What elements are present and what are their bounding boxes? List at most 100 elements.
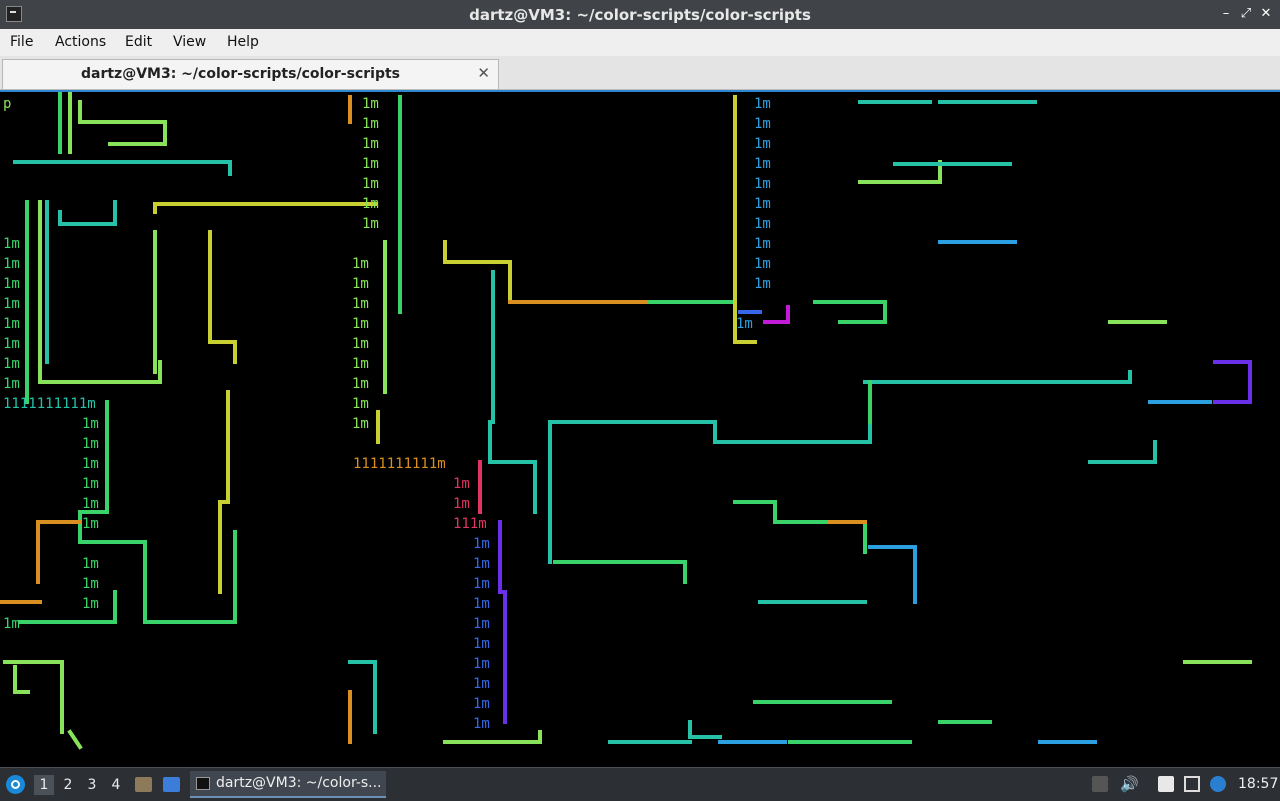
terminal-text: 1m [473, 536, 490, 552]
tab-close-icon[interactable]: ✕ [477, 64, 490, 82]
pipe-segment [218, 390, 230, 594]
terminal-text: 1m [3, 276, 20, 292]
minimize-button[interactable]: – [1218, 6, 1234, 22]
tab-terminal[interactable]: dartz@VM3: ~/color-scripts/color-scripts… [2, 59, 499, 89]
terminal-text: 1m [3, 356, 20, 372]
terminal-text: 1m [754, 216, 771, 232]
desktop-1[interactable]: 1 [34, 775, 54, 795]
show-desktop-icon[interactable] [163, 777, 180, 792]
notification-icon[interactable] [1210, 776, 1226, 792]
terminal-text: 1m [453, 496, 470, 512]
menu-edit[interactable]: Edit [125, 34, 152, 50]
terminal-text: 1m [82, 456, 99, 472]
terminal-text: 1m [352, 316, 369, 332]
pipe-segment [813, 300, 887, 324]
task-terminal-button[interactable]: dartz@VM3: ~/color-s... [190, 771, 386, 798]
volume-icon[interactable]: 🔊 [1120, 776, 1139, 792]
pipe-segment [498, 520, 507, 724]
terminal-text: 1m [362, 116, 379, 132]
terminal-text: 1m [754, 176, 771, 192]
terminal-text: 1m [362, 196, 379, 212]
terminal-text: 1m [3, 316, 20, 332]
terminal-text: 1m [3, 616, 20, 632]
pipe-segment [38, 200, 162, 384]
pipe-segment [863, 370, 1132, 384]
menu-actions[interactable]: Actions [55, 34, 106, 50]
terminal-text: 1m [736, 316, 753, 332]
terminal-text: 1m [754, 156, 771, 172]
terminal-text: 1m [473, 576, 490, 592]
pipe-segment [67, 729, 83, 750]
terminal-text: 1m [82, 416, 99, 432]
terminal-text: 1m [352, 416, 369, 432]
menu-file[interactable]: File [10, 34, 33, 50]
terminal-text: 1m [362, 176, 379, 192]
terminal-text: p [3, 96, 11, 112]
pipe-segment [488, 270, 537, 514]
terminal-text: 1m [3, 336, 20, 352]
pipe-segment [208, 230, 237, 364]
window-title: dartz@VM3: ~/color-scripts/color-scripts [469, 6, 811, 24]
terminal-text: 1m [362, 96, 379, 112]
pipe-segment [13, 160, 232, 176]
terminal-text: 1m [82, 516, 99, 532]
terminal-text: 1m [754, 276, 771, 292]
terminal-text: 1m [473, 596, 490, 612]
pipe-segment [78, 100, 167, 146]
close-button[interactable]: ✕ [1258, 6, 1274, 22]
terminal-output[interactable]: p 1m 1m 1m 1m 1m 1m 1m 1m 1m 1m 1m 1m 1m 1m 1m 1m 1m 1m 1m 1… [0, 90, 1280, 769]
desktop-2[interactable]: 2 [58, 775, 78, 795]
pipe-segment [18, 590, 117, 624]
pipe-segment [13, 665, 30, 694]
terminal-text: 1m [473, 656, 490, 672]
terminal-text: 1m [3, 236, 20, 252]
menu-help[interactable]: Help [227, 34, 259, 50]
terminal-text: 1m [82, 556, 99, 572]
terminal-text: 1m [473, 616, 490, 632]
terminal-text: 1m [754, 116, 771, 132]
restore-button[interactable]: ⤢ [1238, 6, 1254, 22]
tab-bar: dartz@VM3: ~/color-scripts/color-scripts… [0, 56, 1280, 90]
start-menu-icon[interactable] [6, 775, 25, 794]
pipe-segment [688, 720, 722, 739]
menu-view[interactable]: View [173, 34, 206, 50]
pipe-segment [1088, 440, 1157, 464]
tray-scroll-icon[interactable] [1092, 776, 1108, 792]
terminal-text: 1m [3, 376, 20, 392]
pipe-segment [1213, 360, 1252, 404]
terminal-text: 1m [754, 236, 771, 252]
pipe-segment [153, 202, 377, 214]
terminal-text: 1m [352, 256, 369, 272]
desktop-3[interactable]: 3 [82, 775, 102, 795]
clipboard-icon[interactable] [1158, 776, 1174, 792]
menubar: File Actions Edit View Help [0, 29, 1280, 57]
terminal-text: 1m [3, 296, 20, 312]
terminal-text: 1m [352, 396, 369, 412]
terminal-text: 1m [754, 96, 771, 112]
terminal-text: 1m [3, 256, 20, 272]
terminal-text: 1m [473, 676, 490, 692]
terminal-text: 1m [82, 496, 99, 512]
terminal-text: 1m [453, 476, 470, 492]
terminal-text: 1111111111m [3, 396, 96, 412]
window-titlebar[interactable]: dartz@VM3: ~/color-scripts/color-scripts… [0, 0, 1280, 29]
terminal-text: 1m [754, 196, 771, 212]
network-icon[interactable] [1184, 776, 1200, 792]
terminal-text: 1m [362, 136, 379, 152]
terminal-text: 1m [362, 216, 379, 232]
terminal-text: 1m [473, 636, 490, 652]
terminal-text: 1m [352, 356, 369, 372]
terminal-text: 1m [82, 596, 99, 612]
terminal-text: 1m [352, 276, 369, 292]
terminal-text: 1m [362, 156, 379, 172]
file-manager-icon[interactable] [135, 777, 152, 792]
terminal-pipes-art: p 1m 1m 1m 1m 1m 1m 1m 1m 1m 1m 1m 1m 1m 1m 1m 1m 1m 1m 1m 1… [0, 92, 1252, 750]
pipe-segment [443, 730, 542, 744]
desktop-4[interactable]: 4 [106, 775, 126, 795]
terminal-text: 1111111111m [353, 456, 446, 472]
terminal-text: 1m [473, 716, 490, 732]
pipe-segment [733, 500, 867, 554]
pipe-segment [763, 305, 790, 324]
pipe-segment [868, 545, 917, 604]
terminal-text: 1m [352, 296, 369, 312]
